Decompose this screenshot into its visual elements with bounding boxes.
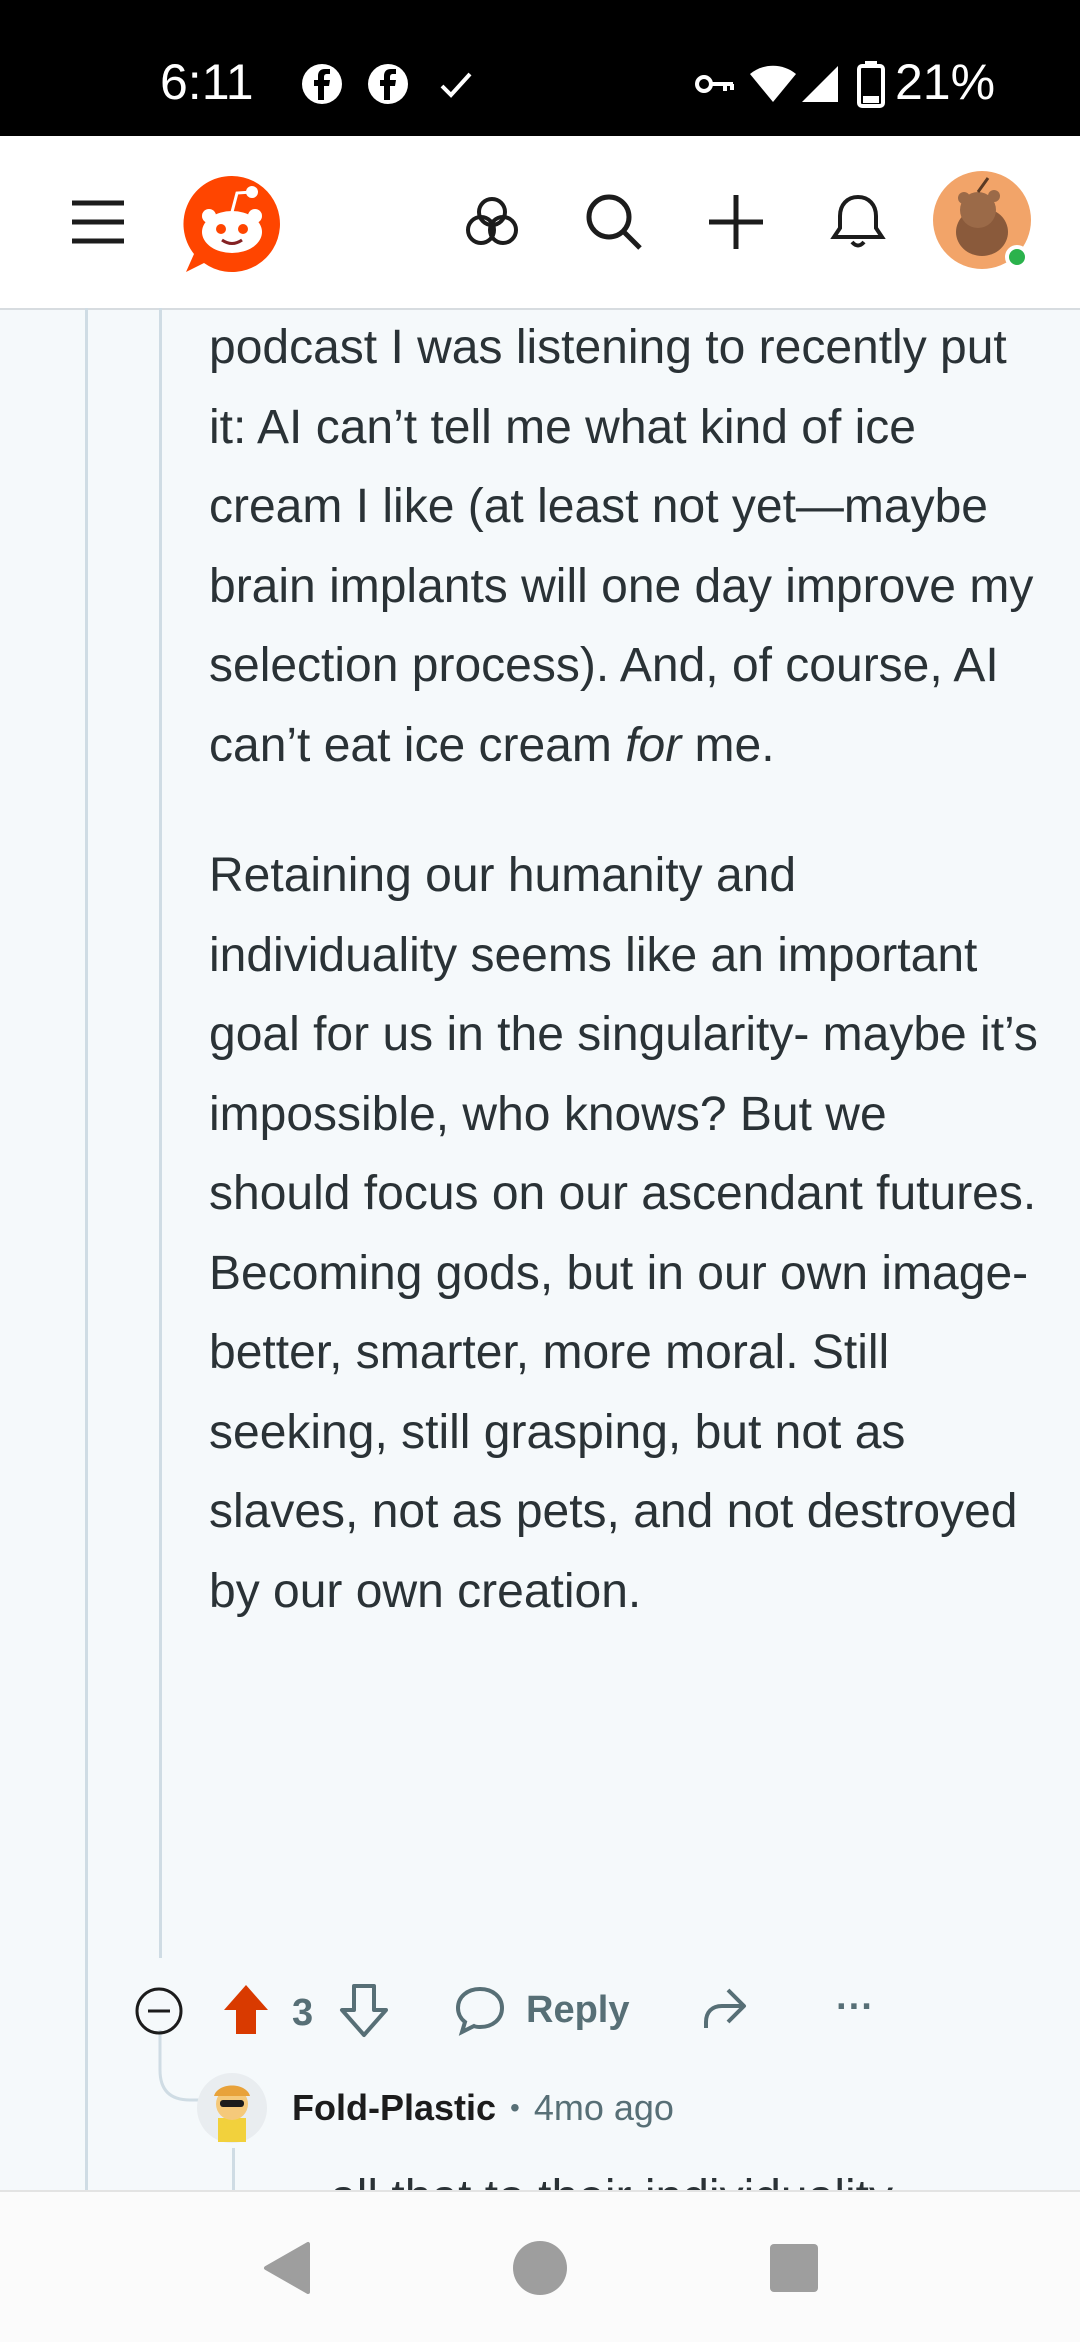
downvote-button[interactable] — [338, 1982, 390, 2038]
wifi-icon — [750, 65, 796, 102]
back-button[interactable] — [246, 2228, 326, 2308]
explore-button[interactable] — [452, 182, 532, 262]
reply-timestamp: 4mo ago — [533, 2087, 674, 2128]
vote-count: 3 — [292, 1992, 314, 2034]
reply-button[interactable]: Reply — [454, 1984, 629, 2036]
avatar-image — [933, 171, 1031, 269]
reply-header: Fold-Plastic • 4mo ago — [196, 2072, 674, 2144]
create-post-button[interactable] — [696, 182, 776, 262]
comment-paragraph: Retaining our humanity and individuality… — [209, 849, 1038, 1618]
comment-body: podcast I was listening to recently put … — [209, 308, 1039, 1631]
share-icon — [704, 1988, 746, 2028]
upvote-icon — [224, 1985, 268, 2034]
notifications-button[interactable] — [818, 182, 898, 262]
comment-emphasis: for — [625, 718, 682, 772]
comment-text: me. — [681, 718, 775, 772]
search-icon — [586, 194, 642, 250]
reddit-logo-icon — [183, 175, 280, 272]
share-button[interactable] — [698, 1984, 750, 2036]
search-button[interactable] — [574, 182, 654, 262]
downvote-icon — [340, 1984, 388, 2037]
recents-button[interactable] — [754, 2228, 834, 2308]
recents-icon — [770, 2244, 818, 2292]
more-options-button[interactable]: ··· — [836, 1986, 874, 2029]
cell-signal-icon — [802, 66, 838, 102]
collapse-button[interactable] — [134, 1986, 184, 2036]
system-nav-bar — [0, 2190, 1080, 2342]
reply-username[interactable]: Fold-Plastic — [292, 2087, 496, 2129]
home-button[interactable] — [500, 2228, 580, 2308]
comment-actions: 3 Reply ··· — [0, 1972, 1080, 2048]
status-time: 6:11 — [160, 54, 254, 110]
menu-icon — [72, 200, 124, 244]
battery-icon — [857, 61, 885, 108]
check-icon — [440, 72, 472, 98]
thread-line-outer[interactable] — [85, 308, 88, 2190]
plus-icon — [709, 195, 763, 249]
meta-separator: • — [510, 2092, 520, 2123]
explore-icon — [466, 197, 518, 245]
upvote-button[interactable] — [220, 1982, 272, 2038]
bell-icon — [830, 194, 886, 248]
collapse-icon — [135, 1987, 183, 2035]
comment-bubble-icon — [455, 1986, 505, 2036]
thread-line-reply[interactable] — [232, 2148, 235, 2190]
vpn-key-icon — [695, 75, 734, 93]
thread-line-inner[interactable] — [159, 308, 162, 1958]
reply-label: Reply — [526, 1988, 630, 2031]
app-header — [0, 136, 1080, 310]
facebook-icon — [368, 64, 408, 104]
avatar[interactable] — [932, 170, 1036, 274]
facebook-icon — [302, 64, 342, 104]
reply-avatar[interactable] — [196, 2072, 268, 2144]
status-bar: 6:11 21% — [0, 0, 1080, 136]
comment-text: podcast I was listening to recently put … — [209, 321, 1034, 772]
battery-percent: 21% — [895, 54, 996, 110]
reddit-logo[interactable] — [180, 172, 284, 276]
comment-paragraph: podcast I was listening to recently put … — [209, 308, 1039, 785]
back-icon — [264, 2242, 310, 2294]
menu-button[interactable] — [58, 182, 138, 262]
home-icon — [513, 2241, 567, 2295]
